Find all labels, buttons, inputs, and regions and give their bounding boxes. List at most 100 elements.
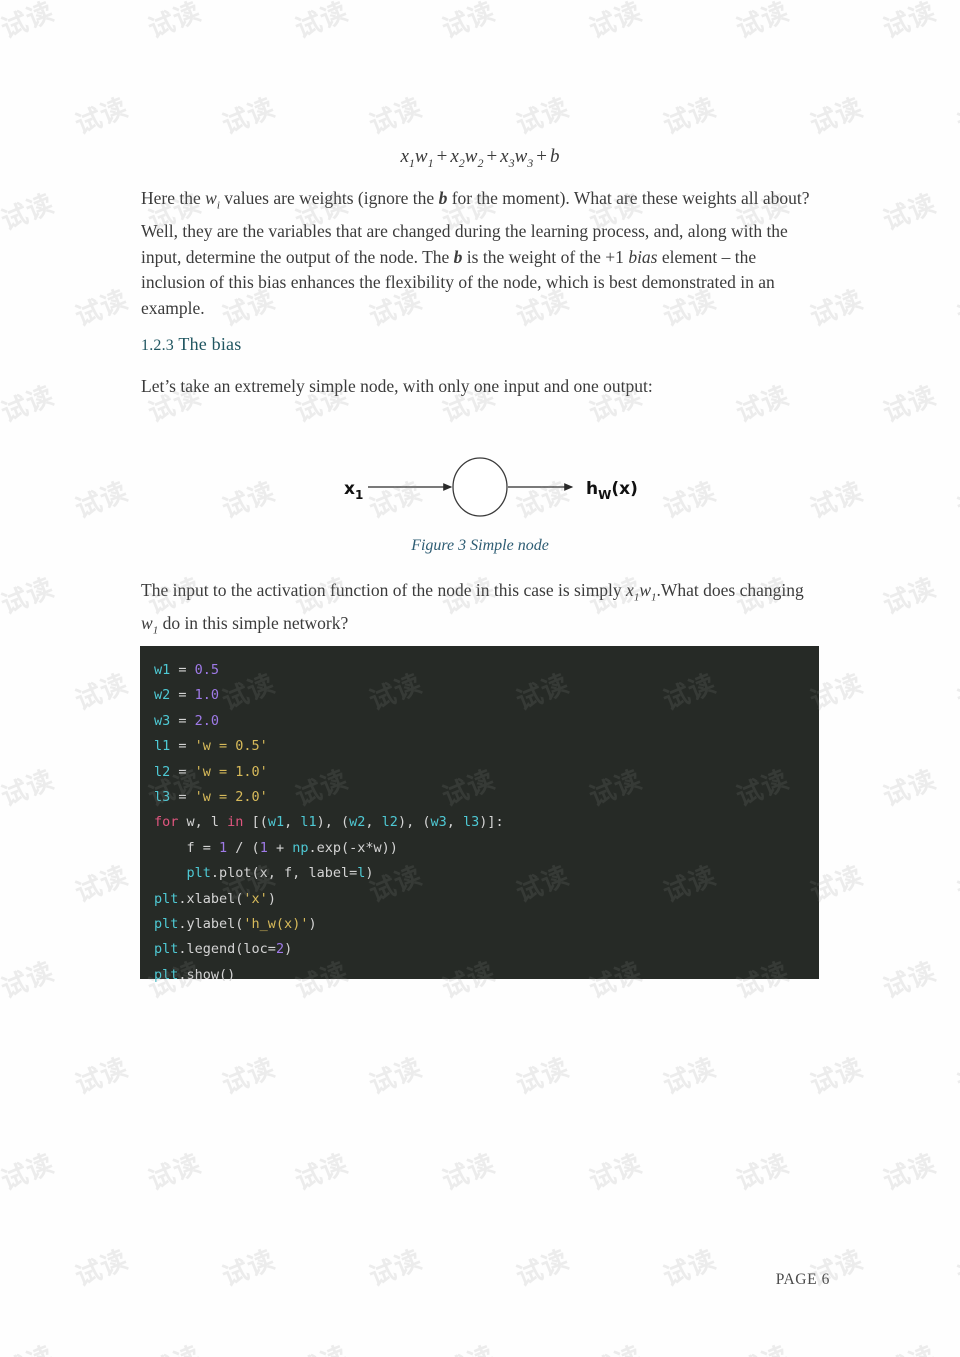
heading-title: The bias (178, 334, 242, 354)
code-token: + (267, 839, 293, 856)
page-footer-number: PAGE 6 (775, 1271, 830, 1288)
code-line: for w, l in [(w1, l1), (w2, l2), (w3, l3… (140, 810, 819, 835)
p3-text-c: do in this simple network? (158, 613, 349, 633)
watermark-text: 试读 (144, 1148, 206, 1197)
code-token: w, l (178, 814, 228, 831)
code-token: l1 (154, 738, 171, 755)
code-line: plt.plot(x, f, label=l) (140, 861, 819, 886)
code-token: .plot(x, f, label= (210, 865, 358, 882)
watermark-text: 试读 (71, 860, 133, 909)
code-line: w2 = 1.0 (140, 683, 819, 708)
code-token: w1 (267, 814, 285, 831)
watermark-text: 试读 (659, 1052, 721, 1101)
code-token: 0.5 (194, 662, 220, 678)
code-line: plt.ylabel('h_w(x)') (140, 912, 819, 937)
code-token: l2 (154, 763, 171, 780)
p1-text-a: Here the (141, 188, 206, 208)
watermark-text: 试读 (583, 1335, 647, 1357)
code-token: l2 (381, 814, 398, 831)
code-token: ) (308, 916, 317, 933)
watermark-text: 试读 (585, 0, 647, 45)
code-token: l3 (154, 789, 171, 806)
watermark-text: 试读 (879, 380, 941, 429)
watermark-text: 试读 (0, 764, 59, 813)
code-token: plt (154, 966, 179, 983)
watermark-text: 试读 (291, 1148, 353, 1197)
watermark-text: 试读 (436, 1335, 500, 1357)
watermark-text: 试读 (71, 1244, 133, 1293)
watermark-text: 试读 (512, 1244, 574, 1293)
code-token: 'h_w(x)' (243, 916, 309, 933)
watermark-text: 试读 (291, 0, 353, 45)
watermark-text: 试读 (953, 860, 960, 909)
body-paragraph-simple-node: Let’s take an extremely simple node, wit… (141, 376, 653, 396)
code-token: = (170, 712, 195, 729)
p3-symbol-x1w1: x1w1 (626, 580, 657, 604)
watermark-text: 试读 (438, 0, 500, 45)
watermark-text: 试读 (438, 1148, 500, 1197)
watermark-text: 试读 (512, 92, 574, 141)
code-token: = (170, 687, 195, 704)
code-token: l1 (300, 814, 317, 831)
watermark-text: 试读 (953, 92, 960, 141)
code-token: = (170, 789, 195, 806)
code-token: , (365, 814, 382, 831)
watermark-text: 试读 (71, 92, 133, 141)
section-heading-the-bias: 1.2.3 The bias (141, 334, 241, 355)
code-token: plt (154, 941, 179, 958)
code-block-python: w1 = 0.5 w2 = 1.0 w3 = 2.0 l1 = 'w = 0.5' l2… (140, 646, 819, 983)
code-token: [( (243, 814, 268, 831)
code-token: w3 (430, 814, 447, 831)
code-token: .ylabel( (178, 916, 244, 933)
code-token: plt (154, 890, 179, 907)
watermark-text: 试读 (0, 0, 59, 45)
code-token: in (227, 814, 244, 831)
equation-plus-1: + (436, 146, 448, 167)
watermark-text: 试读 (512, 1052, 574, 1101)
code-token: .legend(loc= (178, 941, 276, 958)
p3-text-a: The input to the activation function of … (141, 580, 627, 600)
watermark-text: 试读 (877, 1335, 941, 1357)
watermark-text: 试读 (879, 188, 941, 237)
watermark-text: 试读 (218, 1052, 280, 1101)
code-token: 1 (219, 839, 228, 856)
body-paragraph-weights: Here the wi values are weights (ignore t… (141, 186, 821, 321)
code-token: = (170, 738, 195, 755)
code-token: w3 (154, 712, 171, 729)
code-token: ) (267, 890, 276, 907)
code-token: , (446, 814, 463, 831)
watermark-text: 试读 (953, 1052, 960, 1101)
code-line: l1 = 'w = 0.5' (140, 734, 819, 759)
code-token: w1 (154, 662, 171, 678)
figure-caption-title: Simple node (470, 537, 549, 554)
watermark-text: 试读 (365, 92, 427, 141)
code-token: , (284, 814, 301, 831)
code-line: f = 1 / (1 + np.exp(-x*w)) (140, 836, 819, 861)
p1-text-b: values are weights (ignore the (219, 188, 439, 208)
watermark-text: 试读 (71, 1052, 133, 1101)
watermark-text: 试读 (0, 572, 59, 621)
code-token: 'w = 1.0' (194, 763, 268, 780)
watermark-text: 试读 (879, 1148, 941, 1197)
code-token: 'x' (243, 890, 268, 907)
code-line: plt.xlabel('x') (140, 887, 819, 912)
code-token: )]: (479, 814, 504, 831)
equation-term-1: x1w1 (400, 146, 434, 170)
figure-simple-node: x1 hW(x) (0, 430, 960, 550)
output-label: hW(x) (586, 479, 638, 502)
watermark-text: 试读 (806, 92, 868, 141)
code-token: w2 (349, 814, 366, 831)
simple-node-diagram-svg: x1 hW(x) (344, 457, 638, 517)
watermark-text: 试读 (879, 764, 941, 813)
display-equation: x1w1 + x2w2 + x3w3 + b (0, 146, 960, 171)
code-token: = (170, 662, 195, 678)
code-token: .xlabel( (178, 890, 244, 907)
equation-term-3: x3w3 (500, 146, 534, 170)
watermark-text: 试读 (71, 284, 133, 333)
code-token: for (154, 814, 179, 831)
watermark-text: 试读 (71, 668, 133, 717)
watermark-text: 试读 (659, 92, 721, 141)
equation-term-2: x2w2 (450, 146, 484, 170)
code-token: ), ( (316, 814, 350, 831)
